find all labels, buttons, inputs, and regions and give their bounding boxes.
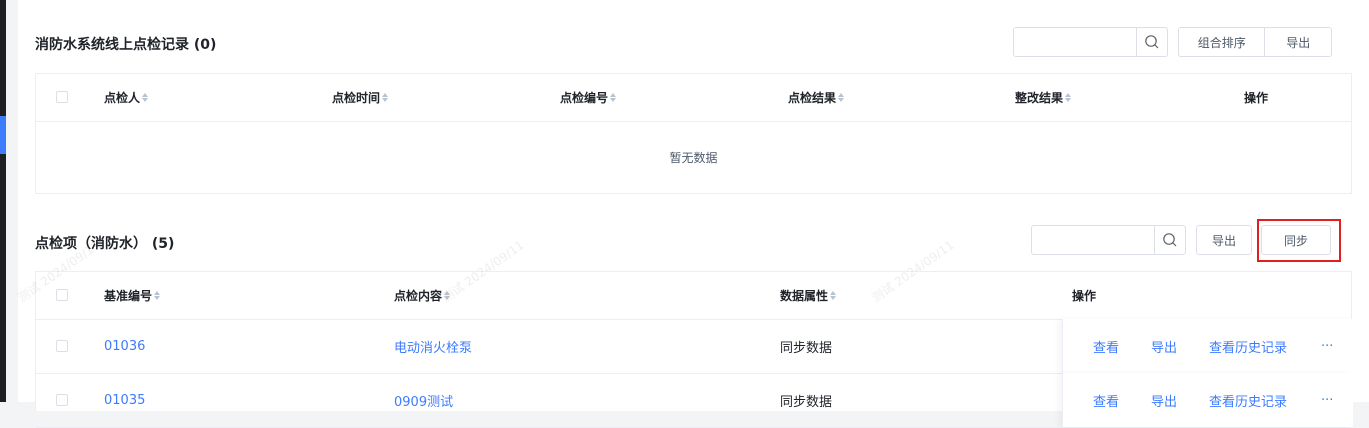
combined-sort-button[interactable]: 组合排序 xyxy=(1179,28,1264,56)
row-checkbox[interactable] xyxy=(56,394,68,406)
records-export-button[interactable]: 导出 xyxy=(1264,28,1331,56)
row-export-link[interactable]: 导出 xyxy=(1151,373,1177,427)
inspection-items-title: 点检项（消防水） (5) xyxy=(35,236,175,252)
sidebar-active-indicator xyxy=(0,116,6,154)
view-history-link[interactable]: 查看历史记录 xyxy=(1209,319,1287,373)
row-export-link[interactable]: 导出 xyxy=(1151,319,1177,373)
column-data-attribute[interactable]: 数据属性 xyxy=(780,272,837,319)
column-inspection-content[interactable]: 点检内容 xyxy=(394,272,451,319)
sort-icon[interactable] xyxy=(142,93,149,102)
row-actions-cell: 查看 导出 查看历史记录 ··· xyxy=(1062,373,1353,427)
view-history-link[interactable]: 查看历史记录 xyxy=(1209,373,1287,427)
reference-code-link[interactable]: 01035 xyxy=(104,373,145,427)
table-row: 01035 0909测试 同步数据 查看 导出 查看历史记录 ··· xyxy=(36,373,1353,428)
row-actions-cell: 查看 导出 查看历史记录 ··· xyxy=(1062,319,1353,373)
sort-icon[interactable] xyxy=(838,93,845,102)
sort-icon[interactable] xyxy=(1065,93,1072,102)
empty-state-text: 暂无数据 xyxy=(669,150,718,165)
reference-code-link[interactable]: 01036 xyxy=(104,319,145,373)
records-table: 点检人 点检时间 点检编号 点检结果 整改结果 操作 暂无数据 xyxy=(35,73,1352,194)
data-attribute-value: 同步数据 xyxy=(780,394,833,410)
inspection-records-title: 消防水系统线上点检记录 (0) xyxy=(35,37,217,53)
column-actions: 操作 xyxy=(1072,289,1097,303)
view-link[interactable]: 查看 xyxy=(1093,373,1119,427)
column-inspection-result[interactable]: 点检结果 xyxy=(788,74,845,121)
search-icon[interactable] xyxy=(1154,226,1185,254)
inspection-content-link[interactable]: 0909测试 xyxy=(394,373,453,427)
select-all-checkbox[interactable] xyxy=(56,91,68,103)
select-all-checkbox[interactable] xyxy=(56,289,68,301)
data-attribute-value: 同步数据 xyxy=(780,340,833,356)
sync-button-highlight xyxy=(1257,219,1341,262)
items-export-button[interactable]: 导出 xyxy=(1196,225,1252,255)
more-actions-icon[interactable]: ··· xyxy=(1321,373,1333,427)
column-rectification-result[interactable]: 整改结果 xyxy=(1015,74,1072,121)
main-panel: 消防水系统线上点检记录 (0) 组合排序 导出 点检人 点检时间 点检编号 点检… xyxy=(15,0,1369,428)
more-actions-icon[interactable]: ··· xyxy=(1321,319,1333,373)
left-sidebar-strip xyxy=(0,0,6,402)
inspection-items-table: 基准编号 点检内容 数据属性 操作 01036 电动消火栓泵 同步数据 查看 导… xyxy=(35,271,1353,428)
records-button-group: 组合排序 导出 xyxy=(1178,27,1332,57)
sort-icon[interactable] xyxy=(154,291,161,300)
items-search-input[interactable] xyxy=(1031,225,1186,255)
column-inspector[interactable]: 点检人 xyxy=(104,74,149,121)
column-inspection-number[interactable]: 点检编号 xyxy=(560,74,617,121)
sort-icon[interactable] xyxy=(444,291,451,300)
column-inspection-time[interactable]: 点检时间 xyxy=(332,74,389,121)
records-table-header: 点检人 点检时间 点检编号 点检结果 整改结果 操作 xyxy=(36,74,1351,122)
column-reference-code[interactable]: 基准编号 xyxy=(104,272,161,319)
row-checkbox[interactable] xyxy=(56,340,68,352)
items-table-header: 基准编号 点检内容 数据属性 操作 xyxy=(36,272,1351,320)
column-actions: 操作 xyxy=(1244,91,1269,105)
records-search-input[interactable] xyxy=(1013,27,1168,57)
inspection-content-link[interactable]: 电动消火栓泵 xyxy=(394,319,472,373)
search-icon[interactable] xyxy=(1136,28,1167,56)
table-row: 01036 电动消火栓泵 同步数据 查看 导出 查看历史记录 ··· xyxy=(36,319,1353,374)
sort-icon[interactable] xyxy=(830,291,837,300)
view-link[interactable]: 查看 xyxy=(1093,319,1119,373)
sort-icon[interactable] xyxy=(382,93,389,102)
sort-icon[interactable] xyxy=(610,93,617,102)
